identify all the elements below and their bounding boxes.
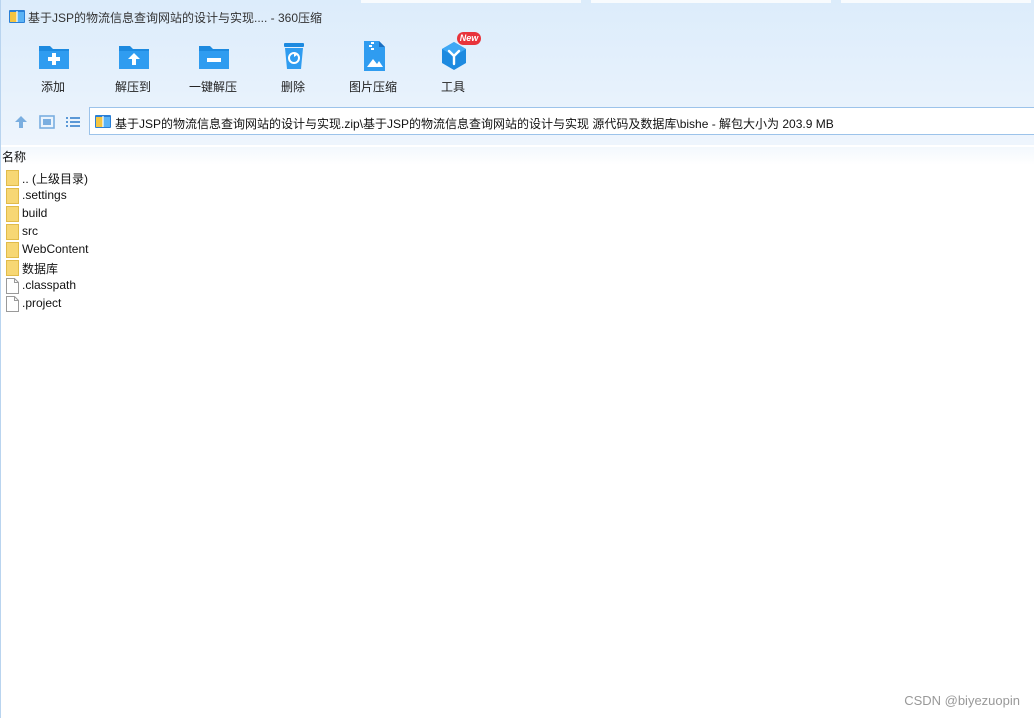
quick-extract-button[interactable]: 一键解压 [173, 36, 253, 98]
item-name: build [22, 206, 48, 220]
folder-extract-icon [119, 46, 149, 69]
folder-add-icon [39, 46, 69, 69]
list-item[interactable]: .settings [1, 187, 201, 205]
list-item[interactable]: .classpath [1, 277, 201, 295]
extract-to-label: 解压到 [114, 80, 151, 94]
file-icon [6, 278, 19, 294]
delete-label: 删除 [280, 80, 305, 94]
tools-label: 工具 [440, 80, 465, 94]
column-header[interactable]: 名称 [1, 147, 1034, 165]
header-area: 基于JSP的物流信息查询网站的设计与实现.... - 360压缩 添加 解压到 … [1, 0, 1034, 145]
add-label: 添加 [40, 80, 65, 94]
toolbar: 添加 解压到 一键解压 删除 图片压缩 New 工具 [1, 32, 521, 98]
list-item[interactable]: WebContent [1, 241, 201, 259]
item-name: 数据库 [22, 262, 59, 276]
address-bar[interactable]: 基于JSP的物流信息查询网站的设计与实现.zip\基于JSP的物流信息查询网站的… [89, 107, 1034, 135]
add-button[interactable]: 添加 [13, 36, 93, 98]
list-item[interactable]: 数据库 [1, 259, 201, 277]
list-item[interactable]: src [1, 223, 201, 241]
folder-icon [6, 170, 19, 186]
folder-icon [6, 224, 19, 240]
item-name: src [22, 224, 38, 238]
title-bar: 基于JSP的物流信息查询网站的设计与实现.... - 360压缩 [1, 0, 1034, 32]
item-name: WebContent [22, 242, 89, 256]
archive-icon [95, 115, 111, 128]
folder-icon [6, 242, 19, 258]
address-path: 基于JSP的物流信息查询网站的设计与实现.zip\基于JSP的物流信息查询网站的… [115, 117, 834, 131]
file-icon [6, 296, 19, 312]
delete-button[interactable]: 删除 [253, 36, 333, 98]
navigation-bar: 基于JSP的物流信息查询网站的设计与实现.zip\基于JSP的物流信息查询网站的… [1, 107, 1034, 137]
folder-quick-extract-icon [199, 46, 229, 69]
folder-icon [6, 206, 19, 222]
app-window: 基于JSP的物流信息查询网站的设计与实现.... - 360压缩 添加 解压到 … [0, 0, 1034, 718]
item-name: .classpath [22, 278, 77, 292]
image-compress-icon [364, 41, 385, 71]
up-arrow-icon[interactable] [12, 113, 30, 131]
list-view-icon[interactable] [64, 113, 82, 131]
image-compress-label: 图片压缩 [348, 80, 397, 94]
trash-icon [284, 43, 304, 69]
list-item[interactable]: build [1, 205, 201, 223]
list-item[interactable]: .project [1, 295, 201, 313]
folder-icon [6, 188, 19, 204]
extract-to-button[interactable]: 解压到 [93, 36, 173, 98]
item-name: .settings [22, 188, 67, 202]
list-item[interactable]: .. (上级目录) [1, 169, 201, 187]
item-name: .. (上级目录) [22, 172, 88, 186]
tools-button[interactable]: New 工具 [413, 32, 493, 98]
folder-icon [6, 260, 19, 276]
image-compress-button[interactable]: 图片压缩 [333, 36, 413, 98]
watermark: CSDN @biyezuopin [904, 693, 1020, 708]
new-badge: New [457, 32, 481, 45]
thumbnail-view-icon[interactable] [38, 113, 56, 131]
quick-extract-label: 一键解压 [188, 80, 237, 94]
column-name-label: 名称 [2, 150, 27, 164]
archive-icon [9, 10, 25, 23]
item-name: .project [22, 296, 62, 310]
window-title: 基于JSP的物流信息查询网站的设计与实现.... - 360压缩 [28, 11, 323, 25]
